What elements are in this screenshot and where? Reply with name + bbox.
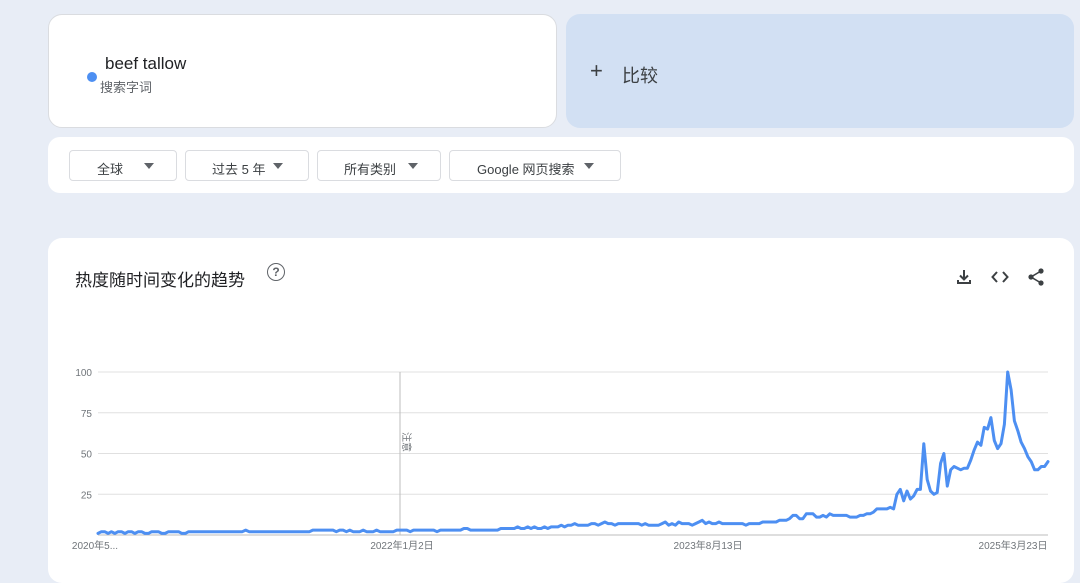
y-tick-label: 75 [81,409,93,420]
x-tick-label: 2023年8月13日 [674,539,743,552]
region-filter-label: 全球 [97,162,124,177]
y-tick-label: 25 [81,490,93,501]
interest-line-chart: 100 75 50 25 注意 2020年5... 2022年1月2日 2023年8月13日 2… [72,368,1050,552]
x-tick-label: 2020年5... [72,539,118,552]
note-marker-label: 注意 [400,432,413,452]
y-tick-label: 50 [81,450,93,461]
region-filter[interactable]: 全球 [69,150,177,181]
search-type-filter-label: Google 网页搜索 [477,162,575,177]
chevron-down-icon [144,163,154,169]
time-range-filter[interactable]: 过去 5 年 [185,150,309,181]
series-color-dot [87,72,97,82]
series-line-beef-tallow [96,370,1050,535]
compare-label: 比较 [622,66,658,86]
category-filter-label: 所有类别 [344,162,397,177]
plus-icon: + [590,58,603,83]
search-term-subtitle: 搜索字词 [100,80,153,95]
y-tick-label: 100 [75,368,92,379]
compare-button[interactable]: + 比较 [566,14,1074,128]
filter-bar: 全球 过去 5 年 所有类别 Google 网页搜索 [48,137,1074,193]
search-term-card[interactable]: beef tallow 搜索字词 [48,14,557,128]
x-tick-label: 2022年1月2日 [370,539,433,552]
category-filter[interactable]: 所有类别 [317,150,441,181]
search-type-filter[interactable]: Google 网页搜索 [449,150,621,181]
interest-over-time-card: 热度随时间变化的趋势 ? 100 75 50 25 注意 2020年5... 2022年1月… [48,238,1074,583]
chevron-down-icon [273,163,283,169]
search-term-name[interactable]: beef tallow [105,54,186,74]
chevron-down-icon [408,163,418,169]
time-range-filter-label: 过去 5 年 [212,162,266,177]
chevron-down-icon [584,163,594,169]
x-tick-label: 2025年3月23日 [979,539,1048,552]
